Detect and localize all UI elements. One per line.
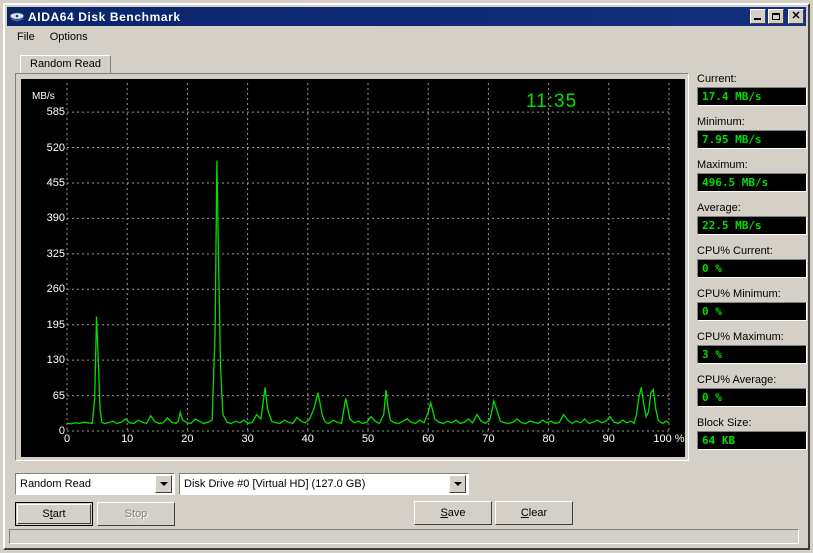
stat-value-field: 3 % xyxy=(697,345,807,364)
y-tick-label: 195 xyxy=(46,318,65,331)
x-tick-label: 0 xyxy=(63,433,71,445)
stat-value-field: 7.95 MB/s xyxy=(697,130,807,149)
window-controls: ✕ xyxy=(750,9,804,24)
stat-block: CPU% Minimum: 0 % xyxy=(697,288,807,321)
save-button[interactable]: Save xyxy=(414,501,492,525)
stat-block: CPU% Average: 0 % xyxy=(697,374,807,407)
stat-value-field: 17.4 MB/s xyxy=(697,87,807,106)
stat-value-field: 0 % xyxy=(697,259,807,278)
x-tick-label: 60 xyxy=(422,433,435,445)
stop-button-label: Stop xyxy=(124,508,148,520)
menu-bar: File Options xyxy=(7,28,806,46)
benchmark-chart: MB/s 11:35 0 65 130 195 260 325 390 455 520 585 0… xyxy=(21,79,685,457)
stat-value: 3 % xyxy=(702,348,722,361)
y-tick-label: 390 xyxy=(46,212,65,225)
stat-value: 496.5 MB/s xyxy=(702,176,769,189)
y-tick-label: 260 xyxy=(46,283,65,296)
close-icon: ✕ xyxy=(791,10,801,22)
aida64-disk-benchmark-window: AIDA64 Disk Benchmark ✕ File Options Ran… xyxy=(0,0,813,553)
y-tick-label: 585 xyxy=(46,106,65,119)
close-button[interactable]: ✕ xyxy=(788,9,804,24)
stat-label: CPU% Minimum: xyxy=(697,288,781,300)
stat-block: CPU% Maximum: 3 % xyxy=(697,331,807,364)
save-button-label: Save xyxy=(440,507,466,519)
stat-value: 7.95 MB/s xyxy=(702,133,762,146)
stat-label: Current: xyxy=(697,73,737,85)
x-tick-label: 100 % xyxy=(653,433,685,445)
chart-clock: 11:35 xyxy=(526,91,578,112)
chart-panel: MB/s 11:35 0 65 130 195 260 325 390 455 520 585 0… xyxy=(15,73,689,461)
title-bar[interactable]: AIDA64 Disk Benchmark ✕ xyxy=(7,7,806,26)
arrow-down-glyph xyxy=(159,482,168,486)
y-tick-label: 0 xyxy=(58,425,65,437)
stat-value: 0 % xyxy=(702,391,722,404)
statistics-panel: Current: 17.4 MB/s Minimum: 7.95 MB/s Maximu… xyxy=(697,73,807,518)
y-tick-label: 65 xyxy=(52,389,65,402)
tab-random-read[interactable]: Random Read xyxy=(20,55,111,75)
clear-button[interactable]: Clear xyxy=(495,501,573,525)
chevron-down-icon-drive[interactable] xyxy=(449,475,466,493)
arrow-down-glyph-drive xyxy=(453,482,462,486)
maximize-button[interactable] xyxy=(768,9,784,24)
drive-select-value: Disk Drive #0 [Virtual HD] (127.0 GB) xyxy=(184,478,366,490)
clear-button-label: Clear xyxy=(520,507,548,519)
stat-block: Current: 17.4 MB/s xyxy=(697,73,807,106)
minimize-icon xyxy=(754,18,761,20)
menu-item-options[interactable]: Options xyxy=(46,30,95,44)
aida64-disk-icon xyxy=(9,10,25,24)
stat-label: Block Size: xyxy=(697,417,752,429)
chart-plot-area xyxy=(66,83,670,432)
y-tick-label: 130 xyxy=(46,354,65,367)
stat-value: 22.5 MB/s xyxy=(702,219,762,232)
y-tick-label: 325 xyxy=(46,247,65,260)
y-tick-label: 520 xyxy=(46,141,65,154)
x-tick-label: 50 xyxy=(361,433,375,445)
stat-block: Minimum: 7.95 MB/s xyxy=(697,116,807,149)
x-tick-label: 10 xyxy=(121,433,134,445)
stat-label: CPU% Average: xyxy=(697,374,777,386)
x-tick-label: 90 xyxy=(602,433,615,445)
stat-value: 64 KB xyxy=(702,434,736,447)
x-tick-label: 70 xyxy=(482,433,495,445)
stat-label: Minimum: xyxy=(697,116,745,128)
minimize-button[interactable] xyxy=(750,9,766,24)
stat-value: 0 % xyxy=(702,305,722,318)
drive-select-combo[interactable]: Disk Drive #0 [Virtual HD] (127.0 GB) xyxy=(179,473,469,495)
window-frame: AIDA64 Disk Benchmark ✕ File Options Ran… xyxy=(3,3,810,550)
menu-item-file[interactable]: File xyxy=(13,30,42,44)
status-bar xyxy=(7,528,806,546)
stat-label: Maximum: xyxy=(697,159,748,171)
start-button-label: Start xyxy=(42,508,66,520)
x-tick-label: 20 xyxy=(181,433,194,445)
test-type-combo[interactable]: Random Read xyxy=(15,473,175,495)
status-bar-field xyxy=(9,529,799,544)
window-title: AIDA64 Disk Benchmark xyxy=(28,9,181,24)
stat-value-field: 0 % xyxy=(697,388,807,407)
y-axis-unit-label: MB/s xyxy=(32,91,55,102)
x-tick-label: 30 xyxy=(241,433,254,445)
y-tick-label: 455 xyxy=(46,176,65,189)
x-tick-label: 80 xyxy=(542,433,555,445)
x-tick-label: 40 xyxy=(301,433,314,445)
stat-value: 17.4 MB/s xyxy=(702,90,762,103)
stat-label: CPU% Maximum: xyxy=(697,331,784,343)
start-button[interactable]: Start xyxy=(15,502,93,526)
stat-value-field: 22.5 MB/s xyxy=(697,216,807,235)
chevron-down-icon[interactable] xyxy=(155,475,172,493)
maximize-icon xyxy=(772,13,780,20)
tab-strip: Random Read xyxy=(15,55,689,75)
test-type-value: Random Read xyxy=(20,478,91,490)
stop-button: Stop xyxy=(97,502,175,526)
stat-label: Average: xyxy=(697,202,741,214)
stat-value-field: 64 KB xyxy=(697,431,807,450)
stat-block: CPU% Current: 0 % xyxy=(697,245,807,278)
stat-block: Maximum: 496.5 MB/s xyxy=(697,159,807,192)
stat-value-field: 0 % xyxy=(697,302,807,321)
stat-block: Block Size: 64 KB xyxy=(697,417,807,450)
stat-value-field: 496.5 MB/s xyxy=(697,173,807,192)
stat-block: Average: 22.5 MB/s xyxy=(697,202,807,235)
stat-value: 0 % xyxy=(702,262,722,275)
stat-label: CPU% Current: xyxy=(697,245,773,257)
